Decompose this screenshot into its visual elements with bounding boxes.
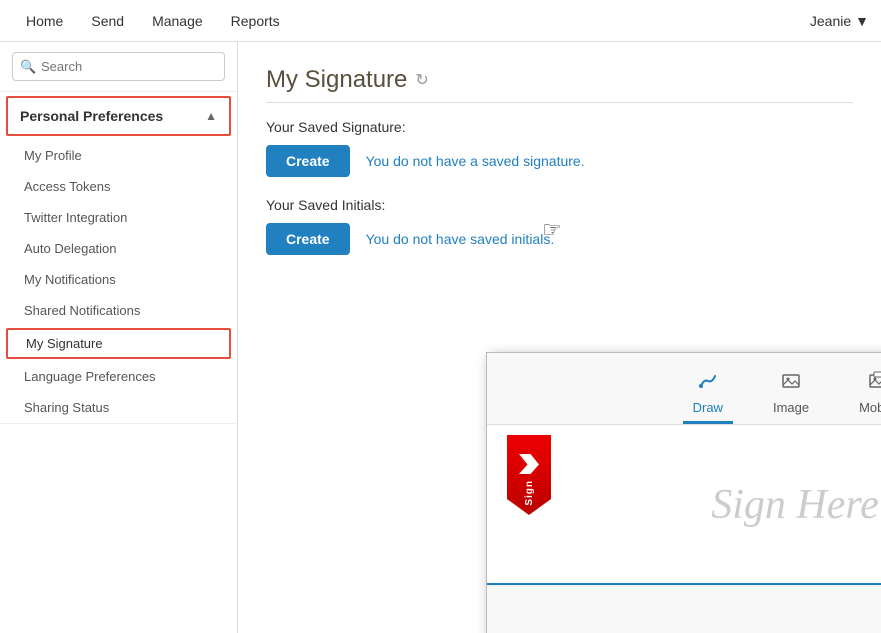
sidebar-item-sharing-status[interactable]: Sharing Status [0, 392, 237, 423]
sidebar-item-shared-notifications[interactable]: Shared Notifications [0, 295, 237, 326]
sidebar-item-twitter-integration[interactable]: Twitter Integration [0, 202, 237, 233]
personal-preferences-section: Personal Preferences ▲ My Profile Access… [0, 96, 237, 424]
saved-signature-label: Your Saved Signature: [266, 119, 853, 135]
search-wrapper: 🔍 [12, 52, 225, 81]
chevron-up-icon: ▲ [205, 109, 217, 123]
sidebar-item-my-profile[interactable]: My Profile [0, 140, 237, 171]
sidebar-item-language-preferences[interactable]: Language Preferences [0, 361, 237, 392]
modal-tabs: Draw Image [487, 353, 881, 425]
signature-modal: Draw Image [486, 352, 881, 633]
tab-draw[interactable]: Draw [683, 365, 733, 424]
page-title: My Signature ↻ [266, 66, 853, 94]
adobe-sign-text: Sign [524, 480, 535, 506]
sign-line [487, 583, 881, 585]
personal-preferences-header[interactable]: Personal Preferences ▲ [6, 96, 231, 136]
top-nav: Home Send Manage Reports Jeanie ▼ [0, 0, 881, 42]
no-signature-text: You do not have a saved signature. [366, 153, 585, 169]
modal-footer: Close Apply [487, 585, 881, 633]
adobe-sign-marker: Sign [507, 435, 551, 515]
content-area: My Signature ↻ Your Saved Signature: Cre… [238, 42, 881, 633]
title-divider [266, 102, 853, 103]
tab-image-label: Image [773, 400, 809, 415]
sidebar-item-my-notifications[interactable]: My Notifications [0, 264, 237, 295]
tab-draw-label: Draw [693, 400, 723, 415]
search-icon: 🔍 [20, 59, 36, 75]
tab-image[interactable]: Image [763, 365, 819, 424]
sidebar-item-access-tokens[interactable]: Access Tokens [0, 171, 237, 202]
main-layout: 🔍 Personal Preferences ▲ My Profile Acce… [0, 42, 881, 633]
saved-initials-label: Your Saved Initials: [266, 197, 853, 213]
refresh-icon[interactable]: ↻ [415, 70, 428, 90]
create-signature-button[interactable]: Create [266, 145, 350, 177]
search-input[interactable] [12, 52, 225, 81]
image-icon [781, 371, 801, 396]
mobile-icon [868, 371, 881, 396]
sidebar-item-auto-delegation[interactable]: Auto Delegation [0, 233, 237, 264]
no-initials-text: You do not have saved initials. [366, 231, 555, 247]
sidebar: 🔍 Personal Preferences ▲ My Profile Acce… [0, 42, 238, 633]
nav-reports[interactable]: Reports [217, 3, 294, 39]
draw-icon [698, 371, 718, 396]
sign-here-text: Sign Here [711, 481, 879, 529]
nav-send[interactable]: Send [77, 3, 138, 39]
nav-user[interactable]: Jeanie ▼ [810, 13, 869, 29]
initials-row: Create You do not have saved initials. [266, 223, 853, 255]
signature-row: Create You do not have a saved signature… [266, 145, 853, 177]
create-initials-button[interactable]: Create [266, 223, 350, 255]
search-box: 🔍 [0, 42, 237, 92]
modal-body: Sign Sign Here [487, 425, 881, 585]
nav-manage[interactable]: Manage [138, 3, 217, 39]
tab-mobile-label: Mobile [859, 400, 881, 415]
tab-mobile[interactable]: Mobile [849, 365, 881, 424]
sidebar-item-my-signature[interactable]: My Signature [6, 328, 231, 359]
nav-home[interactable]: Home [12, 3, 77, 39]
